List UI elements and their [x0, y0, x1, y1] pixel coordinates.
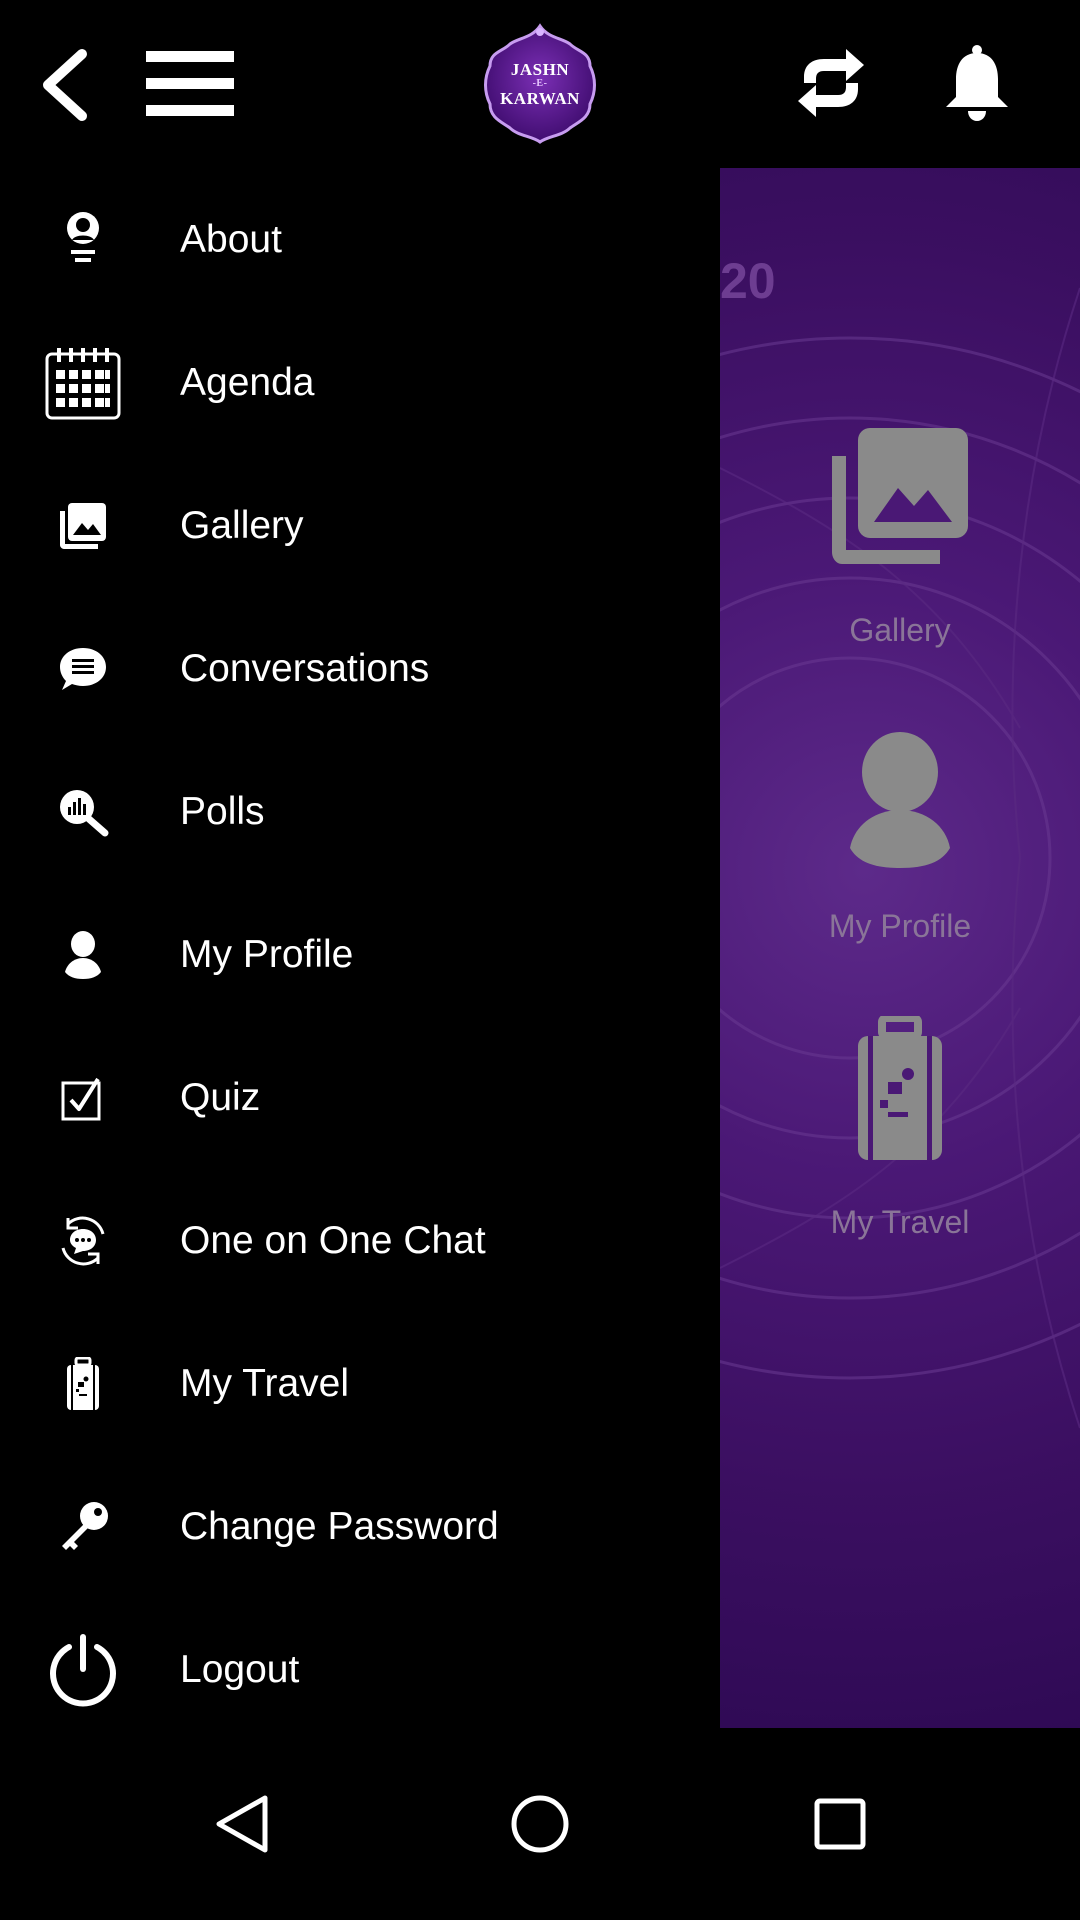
drawer-item-change-password[interactable]: Change Password [0, 1455, 720, 1598]
drawer-item-label: Polls [180, 789, 265, 833]
logo-text-sep: -E- [532, 78, 548, 89]
drawer-item-about[interactable]: About [0, 168, 720, 311]
back-button[interactable] [28, 40, 100, 130]
checkbox-icon [42, 1057, 124, 1139]
chat-cycle-icon [42, 1200, 124, 1282]
drawer-item-my-profile[interactable]: My Profile [0, 883, 720, 1026]
back-arrow-icon [43, 49, 87, 121]
refresh-icon [798, 49, 864, 117]
drawer-item-label: Gallery [180, 503, 304, 547]
tile-my-profile-label: My Profile [828, 908, 972, 944]
chat-bubble-icon [42, 628, 124, 710]
drawer-item-label: My Travel [180, 1361, 350, 1405]
tile-my-profile[interactable]: My Profile [720, 730, 1080, 945]
nav-recents-icon [814, 1798, 866, 1850]
hamburger-menu-icon [146, 51, 234, 116]
nav-home-icon [511, 1795, 569, 1853]
key-icon [42, 1486, 124, 1568]
drawer-item-label: My Profile [180, 932, 354, 976]
logo-text-line2: KARWAN [500, 89, 580, 108]
logo-text-line1: JASHN [510, 60, 570, 79]
drawer-item-label: Quiz [180, 1075, 261, 1119]
tile-my-travel[interactable]: My Travel [720, 1016, 1080, 1241]
drawer-item-gallery[interactable]: Gallery [0, 454, 720, 597]
drawer-item-my-travel[interactable]: My Travel [0, 1312, 720, 1455]
drawer-item-conversations[interactable]: Conversations [0, 597, 720, 740]
about-person-icon [42, 199, 124, 281]
app-bar: JASHN -E- KARWAN [0, 0, 1080, 168]
tile-gallery-label: Gallery [849, 612, 951, 648]
drawer-item-quiz[interactable]: Quiz [0, 1026, 720, 1169]
mandala-pattern-icon [720, 287, 1080, 1429]
bell-icon [946, 45, 1008, 121]
gallery-icon [832, 428, 968, 564]
drawer-item-label: Change Password [180, 1504, 499, 1548]
event-year-fragment: 20 [720, 253, 776, 309]
refresh-button[interactable] [786, 36, 876, 130]
gallery-icon [42, 485, 124, 567]
luggage-icon [858, 1016, 942, 1160]
tile-my-travel-label: My Travel [830, 1204, 970, 1240]
nav-back-icon [216, 1795, 268, 1853]
drawer-item-label: About [180, 217, 282, 261]
power-icon [42, 1629, 124, 1711]
system-navigation-bar [0, 1728, 1080, 1920]
drawer-item-label: Logout [180, 1647, 300, 1691]
calendar-icon [42, 342, 124, 424]
app-logo: JASHN -E- KARWAN [478, 22, 602, 146]
drawer-item-one-on-one-chat[interactable]: One on One Chat [0, 1169, 720, 1312]
drawer-item-label: Conversations [180, 646, 430, 690]
navigation-drawer: About Agenda Gallery Conversations Polls… [0, 168, 720, 1728]
drawer-item-agenda[interactable]: Agenda [0, 311, 720, 454]
background-home-page: 20 Gallery My Profile My Travel [720, 168, 1080, 1728]
poll-search-icon [42, 771, 124, 853]
nav-home-button[interactable] [495, 1784, 585, 1864]
menu-button[interactable] [140, 44, 240, 124]
person-icon [42, 914, 124, 996]
nav-recents-button[interactable] [795, 1784, 885, 1864]
drawer-item-polls[interactable]: Polls [0, 740, 720, 883]
nav-back-button[interactable] [196, 1784, 286, 1864]
drawer-item-label: Agenda [180, 360, 315, 404]
notifications-button[interactable] [932, 36, 1022, 130]
tile-gallery[interactable]: Gallery [720, 426, 1080, 649]
person-icon [850, 732, 950, 868]
drawer-item-label: One on One Chat [180, 1218, 486, 1262]
luggage-icon [42, 1343, 124, 1425]
drawer-item-logout[interactable]: Logout [0, 1598, 720, 1741]
